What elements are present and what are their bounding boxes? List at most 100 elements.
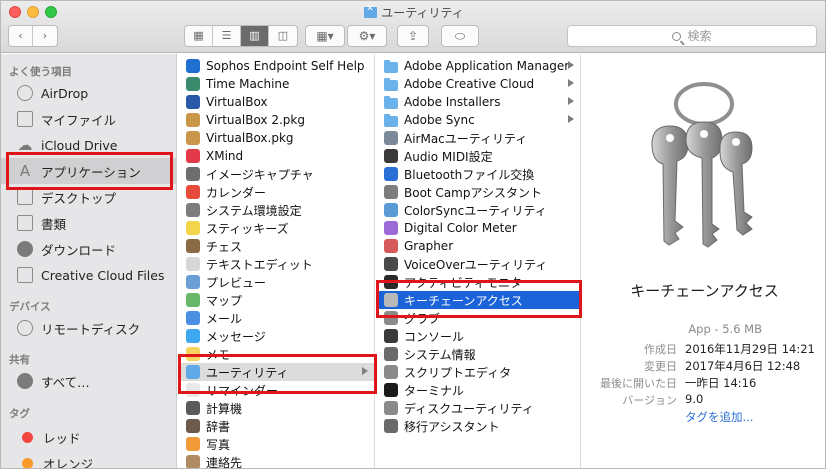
action-gear-button[interactable]: ⚙▾ <box>347 25 387 47</box>
disclosure-arrow-icon <box>568 115 574 123</box>
cover-flow-button[interactable]: ◫ <box>269 26 297 46</box>
file-row[interactable]: Time Machine <box>178 75 374 93</box>
file-row[interactable]: Adobe Sync <box>376 111 580 129</box>
file-row[interactable]: 移行アシスタント <box>376 417 580 435</box>
preview-opened-value: 一昨日 14:16 <box>685 376 757 390</box>
file-row[interactable]: Adobe Installers <box>376 93 580 111</box>
file-row[interactable]: ディスクユーティリティ <box>376 399 580 417</box>
file-row-label: 移行アシスタント <box>404 419 500 434</box>
edit-tags-button[interactable]: ⬭ <box>441 25 479 47</box>
file-row[interactable]: ターミナル <box>376 381 580 399</box>
sidebar-item-all-shared[interactable]: すべて… <box>1 368 177 394</box>
file-row[interactable]: ユーティリティ <box>178 363 374 381</box>
file-row[interactable]: 連絡先 <box>178 453 374 468</box>
file-row[interactable]: Bluetoothファイル交換 <box>376 165 580 183</box>
file-row[interactable]: リマインダー <box>178 381 374 399</box>
back-forward-buttons: ‹ › <box>8 25 58 47</box>
preview-created-value: 2016年11月29日 14:21 <box>685 342 815 356</box>
file-row[interactable]: 辞書 <box>178 417 374 435</box>
file-row[interactable]: Adobe Application Manager <box>376 57 580 75</box>
file-row[interactable]: XMind <box>178 147 374 165</box>
file-row[interactable]: マップ <box>178 291 374 309</box>
file-row[interactable]: ColorSyncユーティリティ <box>376 201 580 219</box>
file-row[interactable]: スクリプトエディタ <box>376 363 580 381</box>
back-button[interactable]: ‹ <box>9 26 33 46</box>
sidebar-item-desktop[interactable]: デスクトップ <box>1 184 177 210</box>
calendar-icon <box>186 185 200 199</box>
sidebar-item-all-files[interactable]: マイファイル <box>1 106 177 132</box>
sidebar-item-creative-cloud-files[interactable]: Creative Cloud Files <box>1 262 177 288</box>
file-row-label: マップ <box>206 293 243 308</box>
downloads-icon <box>17 241 33 257</box>
file-row[interactable]: キーチェーンアクセス <box>376 291 580 309</box>
file-row[interactable]: Sophos Endpoint Self Help <box>178 57 374 75</box>
file-row[interactable]: プレビュー <box>178 273 374 291</box>
file-row[interactable]: コンソール <box>376 327 580 345</box>
sophos-icon <box>186 59 200 73</box>
add-tags-link[interactable]: タグを追加... <box>685 409 753 425</box>
preview-kind-size: App - 5.6 MB <box>688 322 762 336</box>
file-row[interactable]: システム情報 <box>376 345 580 363</box>
icon-view-button[interactable]: ▦ <box>185 26 213 46</box>
preview-pane: キーチェーンアクセス App - 5.6 MB 作成日 2016年11月29日 … <box>582 54 825 468</box>
disclosure-arrow-icon <box>568 79 574 87</box>
sidebar-item-applications[interactable]: A アプリケーション <box>1 158 177 184</box>
sidebar-item-documents[interactable]: 書類 <box>1 210 177 236</box>
file-row[interactable]: カレンダー <box>178 183 374 201</box>
forward-button[interactable]: › <box>33 26 57 46</box>
sidebar-item-tag-red[interactable]: レッド <box>1 424 177 450</box>
disclosure-arrow-icon <box>362 367 368 375</box>
file-row[interactable]: VirtualBox <box>178 93 374 111</box>
file-row-label: Bluetoothファイル交換 <box>404 167 535 182</box>
file-row[interactable]: システム環境設定 <box>178 201 374 219</box>
share-button[interactable]: ⇪ <box>397 25 429 47</box>
folder-icon <box>384 113 398 127</box>
file-row[interactable]: Boot Campアシスタント <box>376 183 580 201</box>
sidebar-item-tag-orange[interactable]: オレンジ <box>1 450 177 468</box>
file-row[interactable]: Grapher <box>376 237 580 255</box>
sidebar-item-downloads[interactable]: ダウンロード <box>1 236 177 262</box>
file-row-label: システム環境設定 <box>206 203 302 218</box>
file-row[interactable]: スティッキーズ <box>178 219 374 237</box>
file-row[interactable]: メモ <box>178 345 374 363</box>
file-row[interactable]: テキストエディット <box>178 255 374 273</box>
reminders-icon <box>186 383 200 397</box>
file-row-label: Time Machine <box>206 77 290 91</box>
all-files-icon <box>17 111 33 127</box>
package-icon <box>186 131 200 145</box>
file-row-label: メール <box>206 311 243 326</box>
file-row[interactable]: VirtualBox.pkg <box>178 129 374 147</box>
file-row[interactable]: メール <box>178 309 374 327</box>
file-row[interactable]: Adobe Creative Cloud <box>376 75 580 93</box>
sidebar-item-icloud[interactable]: ☁ iCloud Drive <box>1 132 177 158</box>
arrange-button[interactable]: ▦▾ <box>305 25 345 47</box>
applications-icon: A <box>19 162 31 180</box>
list-view-button[interactable]: ☰ <box>213 26 241 46</box>
file-row-label: ColorSyncユーティリティ <box>404 203 547 218</box>
file-row[interactable]: イメージキャプチャ <box>178 165 374 183</box>
file-row[interactable]: AirMacユーティリティ <box>376 129 580 147</box>
file-row[interactable]: 計算機 <box>178 399 374 417</box>
sidebar-item-remote-disc[interactable]: リモートディスク <box>1 315 177 341</box>
file-row[interactable]: チェス <box>178 237 374 255</box>
file-row-label: VoiceOverユーティリティ <box>404 257 548 272</box>
file-row[interactable]: アクティビティモニタ <box>376 273 580 291</box>
file-row[interactable]: Audio MIDI設定 <box>376 147 580 165</box>
column-view-button[interactable]: ▥ <box>241 26 269 46</box>
file-row[interactable]: メッセージ <box>178 327 374 345</box>
file-row[interactable]: Digital Color Meter <box>376 219 580 237</box>
file-row-label: カレンダー <box>206 185 267 200</box>
file-row-label: ターミナル <box>404 383 465 398</box>
file-row-label: スティッキーズ <box>206 221 289 236</box>
file-row[interactable]: VirtualBox 2.pkg <box>178 111 374 129</box>
sidebar-item-airdrop[interactable]: AirDrop <box>1 80 177 106</box>
search-field[interactable]: 検索 <box>567 25 817 47</box>
file-row[interactable]: グラブ <box>376 309 580 327</box>
file-row[interactable]: 写真 <box>178 435 374 453</box>
dictionary-icon <box>186 419 200 433</box>
disclosure-arrow-icon <box>568 97 574 105</box>
file-row-label: Adobe Installers <box>404 95 501 109</box>
file-row-label: ユーティリティ <box>206 365 289 380</box>
tag-orange-icon <box>22 457 33 468</box>
file-row[interactable]: VoiceOverユーティリティ <box>376 255 580 273</box>
